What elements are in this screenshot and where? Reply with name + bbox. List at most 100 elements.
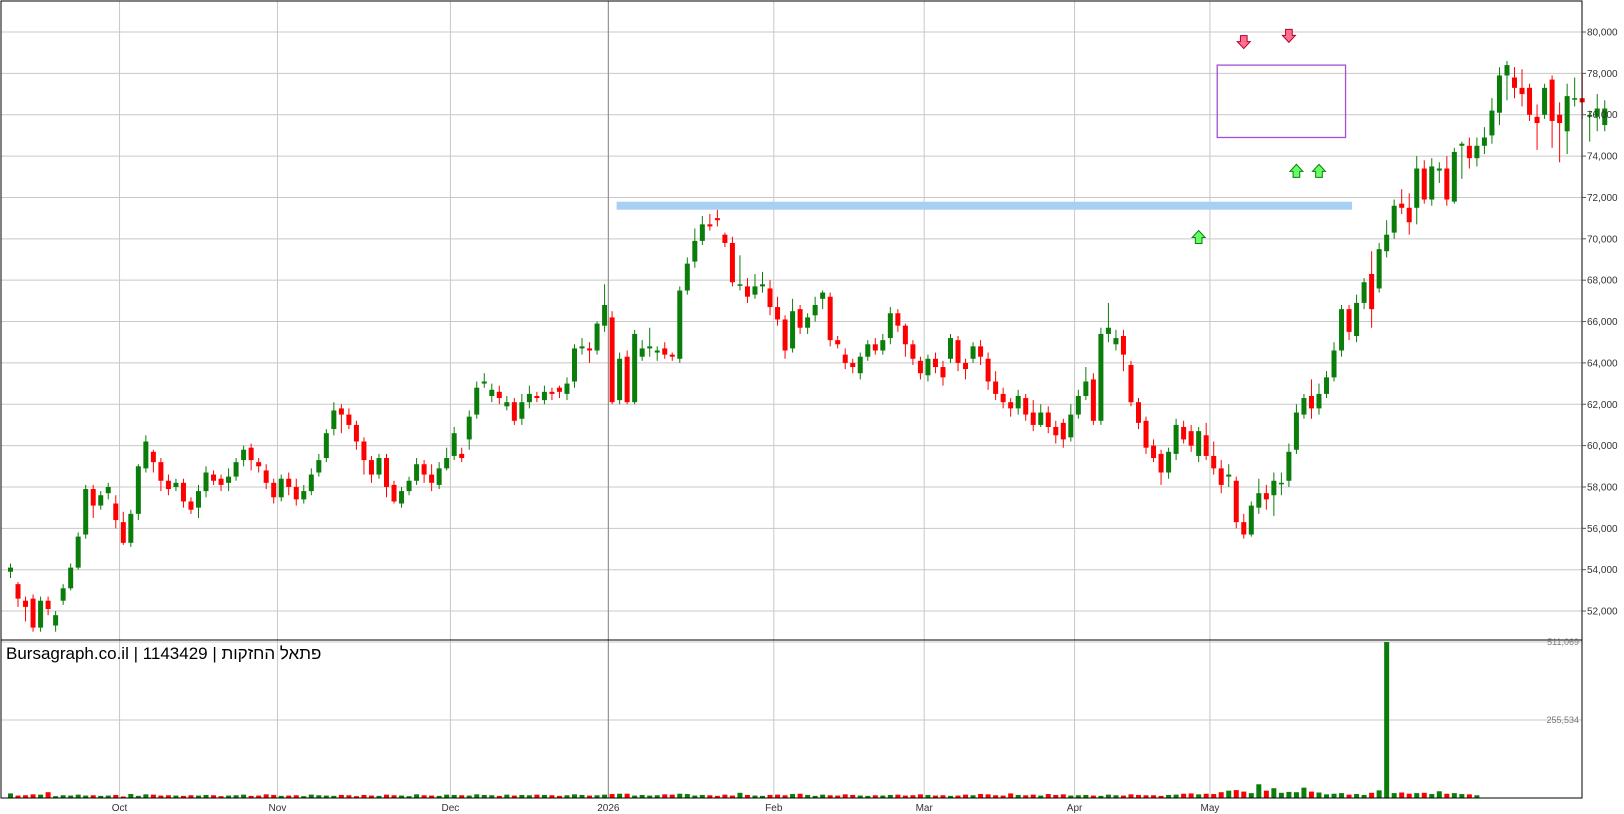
candle-body [1226, 474, 1232, 477]
candle-body [1369, 273, 1375, 310]
volume-bar [1045, 794, 1051, 798]
candle-body [1263, 493, 1269, 500]
annotations-back [616, 64, 1353, 210]
candle-body [1542, 87, 1548, 115]
candle-body [83, 489, 89, 535]
month-label: Feb [765, 803, 783, 814]
volume-bar [1060, 794, 1066, 798]
candle-body [1196, 431, 1202, 456]
volume-bar [38, 794, 44, 798]
candle-body [1466, 145, 1472, 159]
candle-body [1361, 282, 1367, 303]
volume-bar [8, 793, 13, 798]
volume-bar [963, 794, 969, 798]
candle-body [1128, 364, 1134, 403]
candle-body [1399, 203, 1405, 208]
volume-bar [1414, 793, 1420, 798]
candle-body [1233, 480, 1239, 523]
candle-body [519, 402, 525, 419]
stock-chart: 52,000 54,000 56,000 58,000 60,000 62,000 64,0… [0, 0, 1618, 814]
candle-body [1376, 249, 1382, 289]
candle-body [353, 424, 359, 442]
price-tick-label: 76,000 [1587, 110, 1618, 121]
volume-bar [775, 794, 781, 798]
candle-body [948, 338, 953, 359]
volume-bar [1399, 792, 1405, 798]
candle-body [790, 311, 796, 349]
volume-bar [1286, 791, 1292, 798]
candle-body [955, 340, 961, 363]
volume-bar [241, 794, 247, 798]
candle-body [1414, 168, 1420, 208]
volume-bar [1256, 784, 1262, 798]
volume-bar [263, 794, 269, 798]
volume-bar [1308, 791, 1314, 798]
candle-body [1211, 455, 1217, 469]
volume-bar [1196, 794, 1202, 798]
candle-body [38, 600, 44, 628]
candle-body [271, 482, 277, 498]
candle-body [707, 224, 713, 227]
candle-body [226, 476, 232, 483]
candle-body [722, 234, 728, 243]
candle-body [1278, 482, 1284, 485]
volume-tick-label: 511,069 [1547, 637, 1579, 647]
volume-bar [1436, 791, 1442, 798]
resistance-line [616, 201, 1353, 210]
volume-bar [1233, 790, 1239, 798]
candle-body [1068, 414, 1074, 438]
candle-body [489, 389, 495, 396]
candle-body [541, 391, 547, 401]
volume-bar [737, 792, 743, 798]
volume-bar [1339, 793, 1345, 798]
candle-body [1045, 412, 1051, 427]
candle-body [444, 458, 450, 469]
volume-bar [45, 792, 51, 798]
candle-body [526, 393, 532, 403]
volume-bar [669, 794, 675, 798]
candle-body [60, 588, 66, 601]
candle-body [406, 480, 412, 492]
volume-bar [684, 794, 690, 798]
down-arrow-icon [1281, 28, 1297, 44]
candle-body [1572, 98, 1578, 100]
candle-body [90, 489, 96, 506]
price-tick-label: 70,000 [1587, 234, 1618, 245]
candle-body [1173, 424, 1179, 454]
down-arrow-icon [1236, 35, 1252, 50]
candle-body [1256, 493, 1262, 508]
candle-body [1015, 395, 1021, 409]
candle-body [1023, 398, 1029, 415]
price-tick-label: 52,000 [1587, 607, 1618, 618]
volume-bar [820, 794, 826, 798]
candle-body [902, 325, 908, 345]
candle-body [233, 462, 239, 477]
volume-bar [797, 793, 803, 798]
candle-body [594, 323, 600, 351]
candle-body [1286, 451, 1292, 481]
candle-body [624, 356, 630, 403]
volume-bar [1263, 790, 1269, 798]
volume-bar [985, 794, 991, 798]
grid [1, 1, 1582, 798]
up-arrow-icon [1311, 163, 1327, 178]
volume-bar [75, 794, 81, 798]
candle-body [579, 346, 585, 349]
candle-body [158, 462, 164, 481]
candle-body [632, 333, 638, 403]
candle-body [729, 242, 735, 283]
price-tick-label: 68,000 [1587, 276, 1618, 287]
candle-body [857, 356, 863, 374]
volume-bar [1203, 793, 1209, 798]
price-tick-label: 58,000 [1587, 482, 1618, 493]
candle-body [1158, 453, 1164, 473]
volume-bar [1369, 792, 1375, 798]
candle-body [286, 478, 292, 487]
annotations-front [1191, 28, 1327, 245]
candle-body [699, 224, 705, 241]
volume-bar [1188, 793, 1194, 798]
volume-bar [1331, 793, 1337, 798]
candle-body [767, 288, 773, 308]
volume-bar [572, 794, 577, 798]
volume-bar [1459, 794, 1465, 798]
